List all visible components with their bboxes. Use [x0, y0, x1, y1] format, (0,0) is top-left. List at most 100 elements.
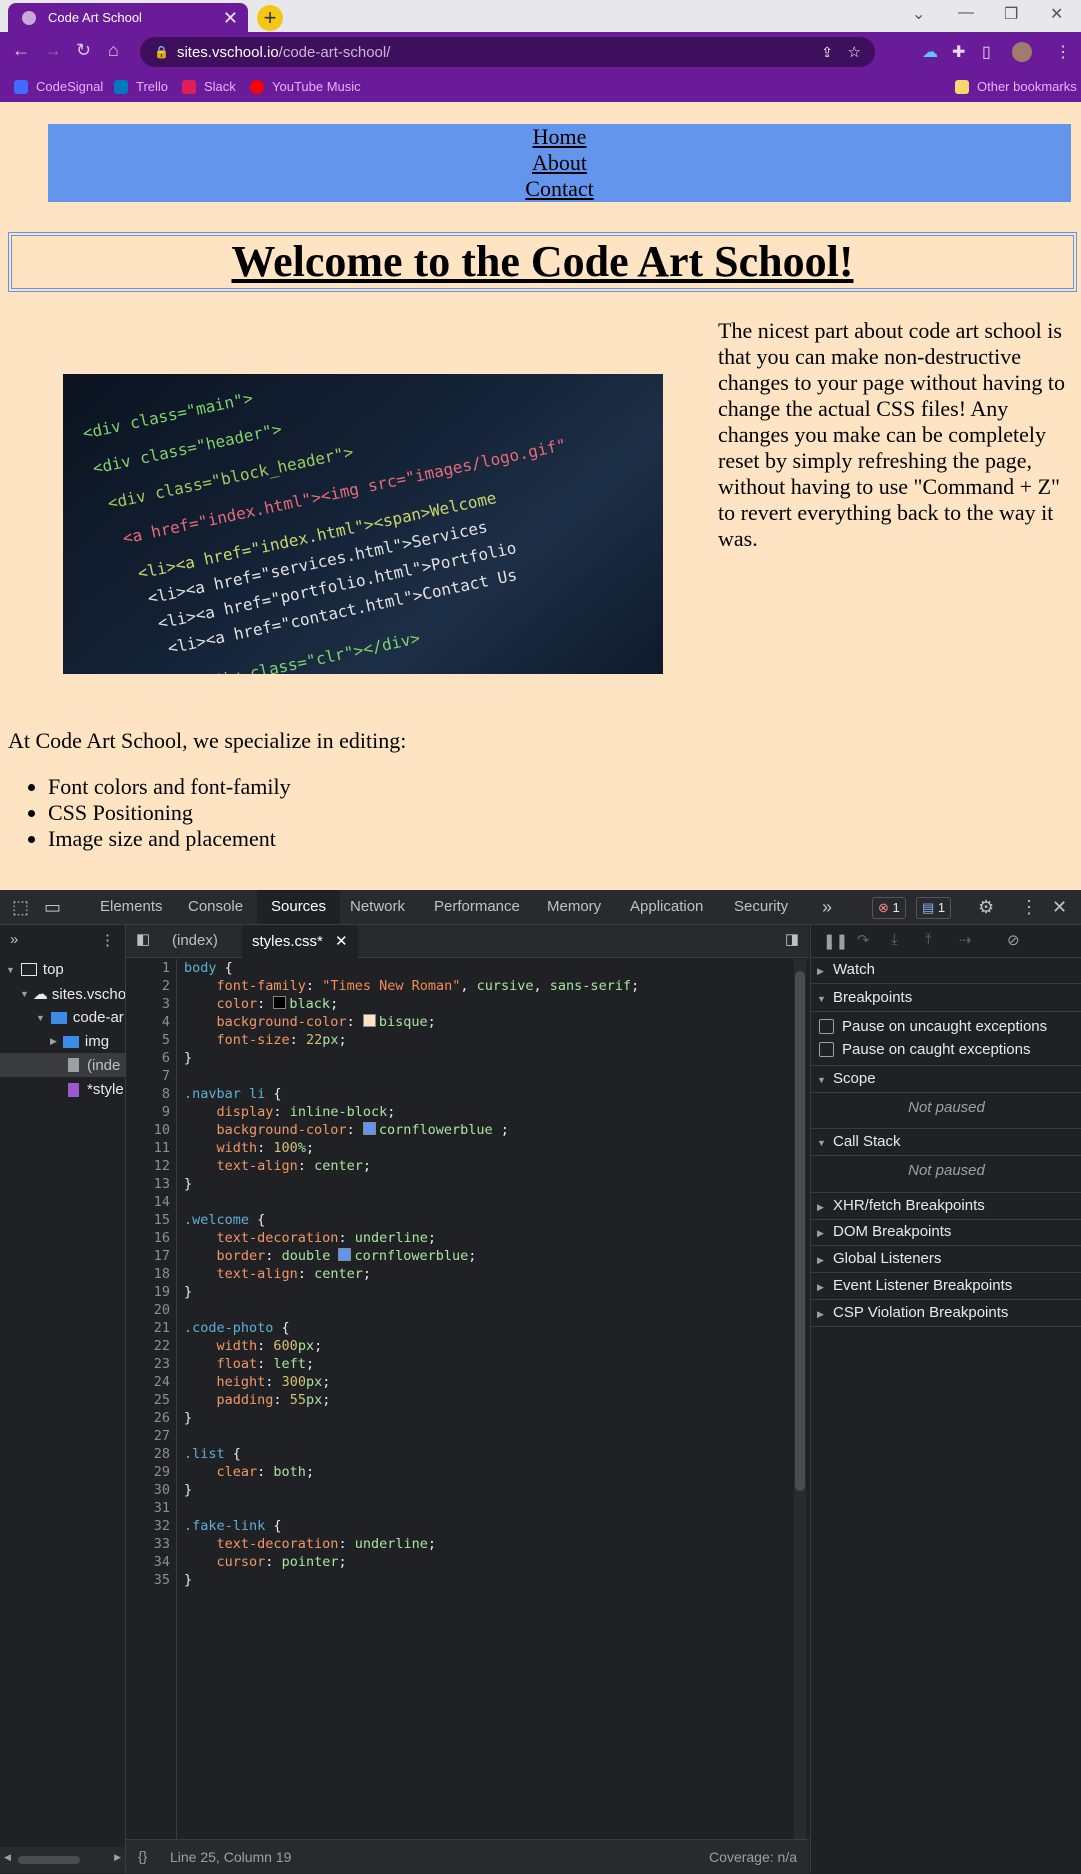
tab-elements[interactable]: Elements [100, 898, 163, 915]
line-number[interactable]: 11 [130, 1139, 170, 1157]
back-icon[interactable]: ← [12, 40, 30, 61]
bookmark-trello[interactable]: Trello [114, 79, 168, 94]
tree-item-index[interactable]: (inde [0, 1053, 125, 1077]
step-into-icon[interactable]: ⤓ [891, 931, 898, 948]
profile-avatar[interactable] [1012, 42, 1032, 62]
nav-link-about[interactable]: About [48, 150, 1071, 176]
tree-item-folder[interactable]: ▼ code-ar [36, 1009, 125, 1026]
settings-gear-icon[interactable]: ⚙ [978, 897, 994, 918]
line-number[interactable]: 24 [130, 1373, 170, 1391]
line-number[interactable]: 9 [130, 1103, 170, 1121]
line-number[interactable]: 2 [130, 977, 170, 995]
address-bar[interactable]: 🔒 sites.vschool.io/code-art-school/ ⇪ ☆ [140, 37, 875, 67]
devtools-close-icon[interactable]: ✕ [1052, 897, 1067, 918]
message-badge[interactable]: ▤ 1 [916, 897, 952, 919]
new-tab-button[interactable]: + [257, 5, 283, 31]
tab-security[interactable]: Security [734, 898, 788, 915]
inspect-element-icon[interactable]: ⬚ [12, 897, 29, 918]
device-toolbar-icon[interactable]: ▭ [44, 897, 61, 918]
line-number[interactable]: 17 [130, 1247, 170, 1265]
line-number[interactable]: 16 [130, 1229, 170, 1247]
line-number[interactable]: 3 [130, 995, 170, 1013]
tab-network[interactable]: Network [350, 898, 405, 915]
tab-search-icon[interactable]: ⌄ [912, 4, 925, 24]
section-breakpoints[interactable]: ▼ Breakpoints [811, 985, 1081, 1012]
line-number[interactable]: 18 [130, 1265, 170, 1283]
line-number[interactable]: 31 [130, 1499, 170, 1517]
section-dom-breakpoints[interactable]: ▶ DOM Breakpoints [811, 1219, 1081, 1246]
line-number[interactable]: 20 [130, 1301, 170, 1319]
line-number[interactable]: 1 [130, 959, 170, 977]
section-xhr-breakpoints[interactable]: ▶ XHR/fetch Breakpoints [811, 1192, 1081, 1220]
tab-sources[interactable]: Sources [257, 890, 341, 924]
side-panel-icon[interactable]: ▯ [982, 42, 991, 62]
forward-icon[interactable]: → [44, 40, 62, 61]
line-number[interactable]: 21 [130, 1319, 170, 1337]
browser-tab[interactable]: Code Art School ✕ [8, 3, 248, 32]
more-tabs-icon[interactable]: » [822, 897, 832, 918]
line-number[interactable]: 28 [130, 1445, 170, 1463]
toggle-debugger-icon[interactable]: ◨ [785, 930, 799, 948]
line-number[interactable]: 5 [130, 1031, 170, 1049]
restore-icon[interactable]: ❐ [1004, 4, 1018, 24]
line-number[interactable]: 26 [130, 1409, 170, 1427]
tree-item-styles[interactable]: *style [68, 1081, 124, 1098]
line-number[interactable]: 15 [130, 1211, 170, 1229]
editor-tab-styles[interactable]: styles.css* ✕ [242, 925, 358, 958]
line-number[interactable]: 32 [130, 1517, 170, 1535]
step-icon[interactable]: ⇢ [959, 931, 972, 949]
extensions-puzzle-icon[interactable]: ✚ [952, 42, 965, 62]
pause-caught-checkbox[interactable]: Pause on caught exceptions [819, 1041, 1030, 1058]
code-content[interactable]: body { font-family: "Times New Roman", c… [184, 959, 639, 1589]
line-number[interactable]: 4 [130, 1013, 170, 1031]
toggle-navigator-icon[interactable]: ◧ [136, 930, 150, 948]
line-number[interactable]: 8 [130, 1085, 170, 1103]
tree-item-img[interactable]: ▶ img [50, 1033, 109, 1050]
section-watch[interactable]: ▶ Watch [811, 957, 1081, 984]
tab-application[interactable]: Application [630, 898, 703, 915]
share-icon[interactable]: ⇪ [821, 44, 833, 61]
line-number[interactable]: 35 [130, 1571, 170, 1589]
navigator-hscroll[interactable]: ◀ ▶ [0, 1847, 125, 1873]
close-tab-icon[interactable]: ✕ [223, 8, 238, 29]
bookmark-slack[interactable]: Slack [182, 79, 236, 94]
line-number[interactable]: 30 [130, 1481, 170, 1499]
pretty-print-icon[interactable]: {} [138, 1848, 147, 1864]
bookmark-youtube-music[interactable]: YouTube Music [250, 79, 361, 94]
section-call-stack[interactable]: ▼ Call Stack [811, 1128, 1081, 1156]
window-close-icon[interactable]: ✕ [1050, 4, 1063, 24]
pause-uncaught-checkbox[interactable]: Pause on uncaught exceptions [819, 1018, 1047, 1035]
section-event-listener-breakpoints[interactable]: ▶ Event Listener Breakpoints [811, 1273, 1081, 1300]
error-badge[interactable]: ⊗ 1 [872, 897, 906, 919]
deactivate-breakpoints-icon[interactable]: ⊘ [1007, 931, 1020, 949]
line-number[interactable]: 14 [130, 1193, 170, 1211]
navigator-menu-icon[interactable]: ⋮ [100, 931, 115, 949]
line-number[interactable]: 13 [130, 1175, 170, 1193]
step-out-icon[interactable]: ⤒ [925, 931, 932, 948]
home-icon[interactable]: ⌂ [108, 40, 119, 61]
line-number[interactable]: 25 [130, 1391, 170, 1409]
tab-performance[interactable]: Performance [434, 898, 520, 915]
other-bookmarks[interactable]: Other bookmarks [955, 79, 1077, 94]
close-editor-tab-icon[interactable]: ✕ [335, 933, 348, 950]
line-number[interactable]: 19 [130, 1283, 170, 1301]
line-number[interactable]: 23 [130, 1355, 170, 1373]
reload-icon[interactable]: ↻ [76, 40, 91, 61]
line-number[interactable]: 33 [130, 1535, 170, 1553]
bookmark-star-icon[interactable]: ☆ [848, 43, 861, 61]
line-number[interactable]: 27 [130, 1427, 170, 1445]
navigator-more-icon[interactable]: » [10, 931, 18, 948]
tree-item-top[interactable]: ▼ top [6, 961, 64, 978]
pause-icon[interactable]: ❚❚ [823, 932, 848, 950]
editor-scroll-thumb[interactable] [795, 971, 805, 1491]
tab-memory[interactable]: Memory [547, 898, 601, 915]
line-number[interactable]: 6 [130, 1049, 170, 1067]
section-scope[interactable]: ▼ Scope [811, 1065, 1081, 1093]
coverage-status[interactable]: Coverage: n/a [709, 1849, 797, 1865]
line-number[interactable]: 7 [130, 1067, 170, 1085]
tab-console[interactable]: Console [188, 898, 243, 915]
menu-kebab-icon[interactable]: ⋮ [1055, 42, 1071, 62]
section-global-listeners[interactable]: ▶ Global Listeners [811, 1246, 1081, 1273]
line-number[interactable]: 22 [130, 1337, 170, 1355]
line-number[interactable]: 12 [130, 1157, 170, 1175]
